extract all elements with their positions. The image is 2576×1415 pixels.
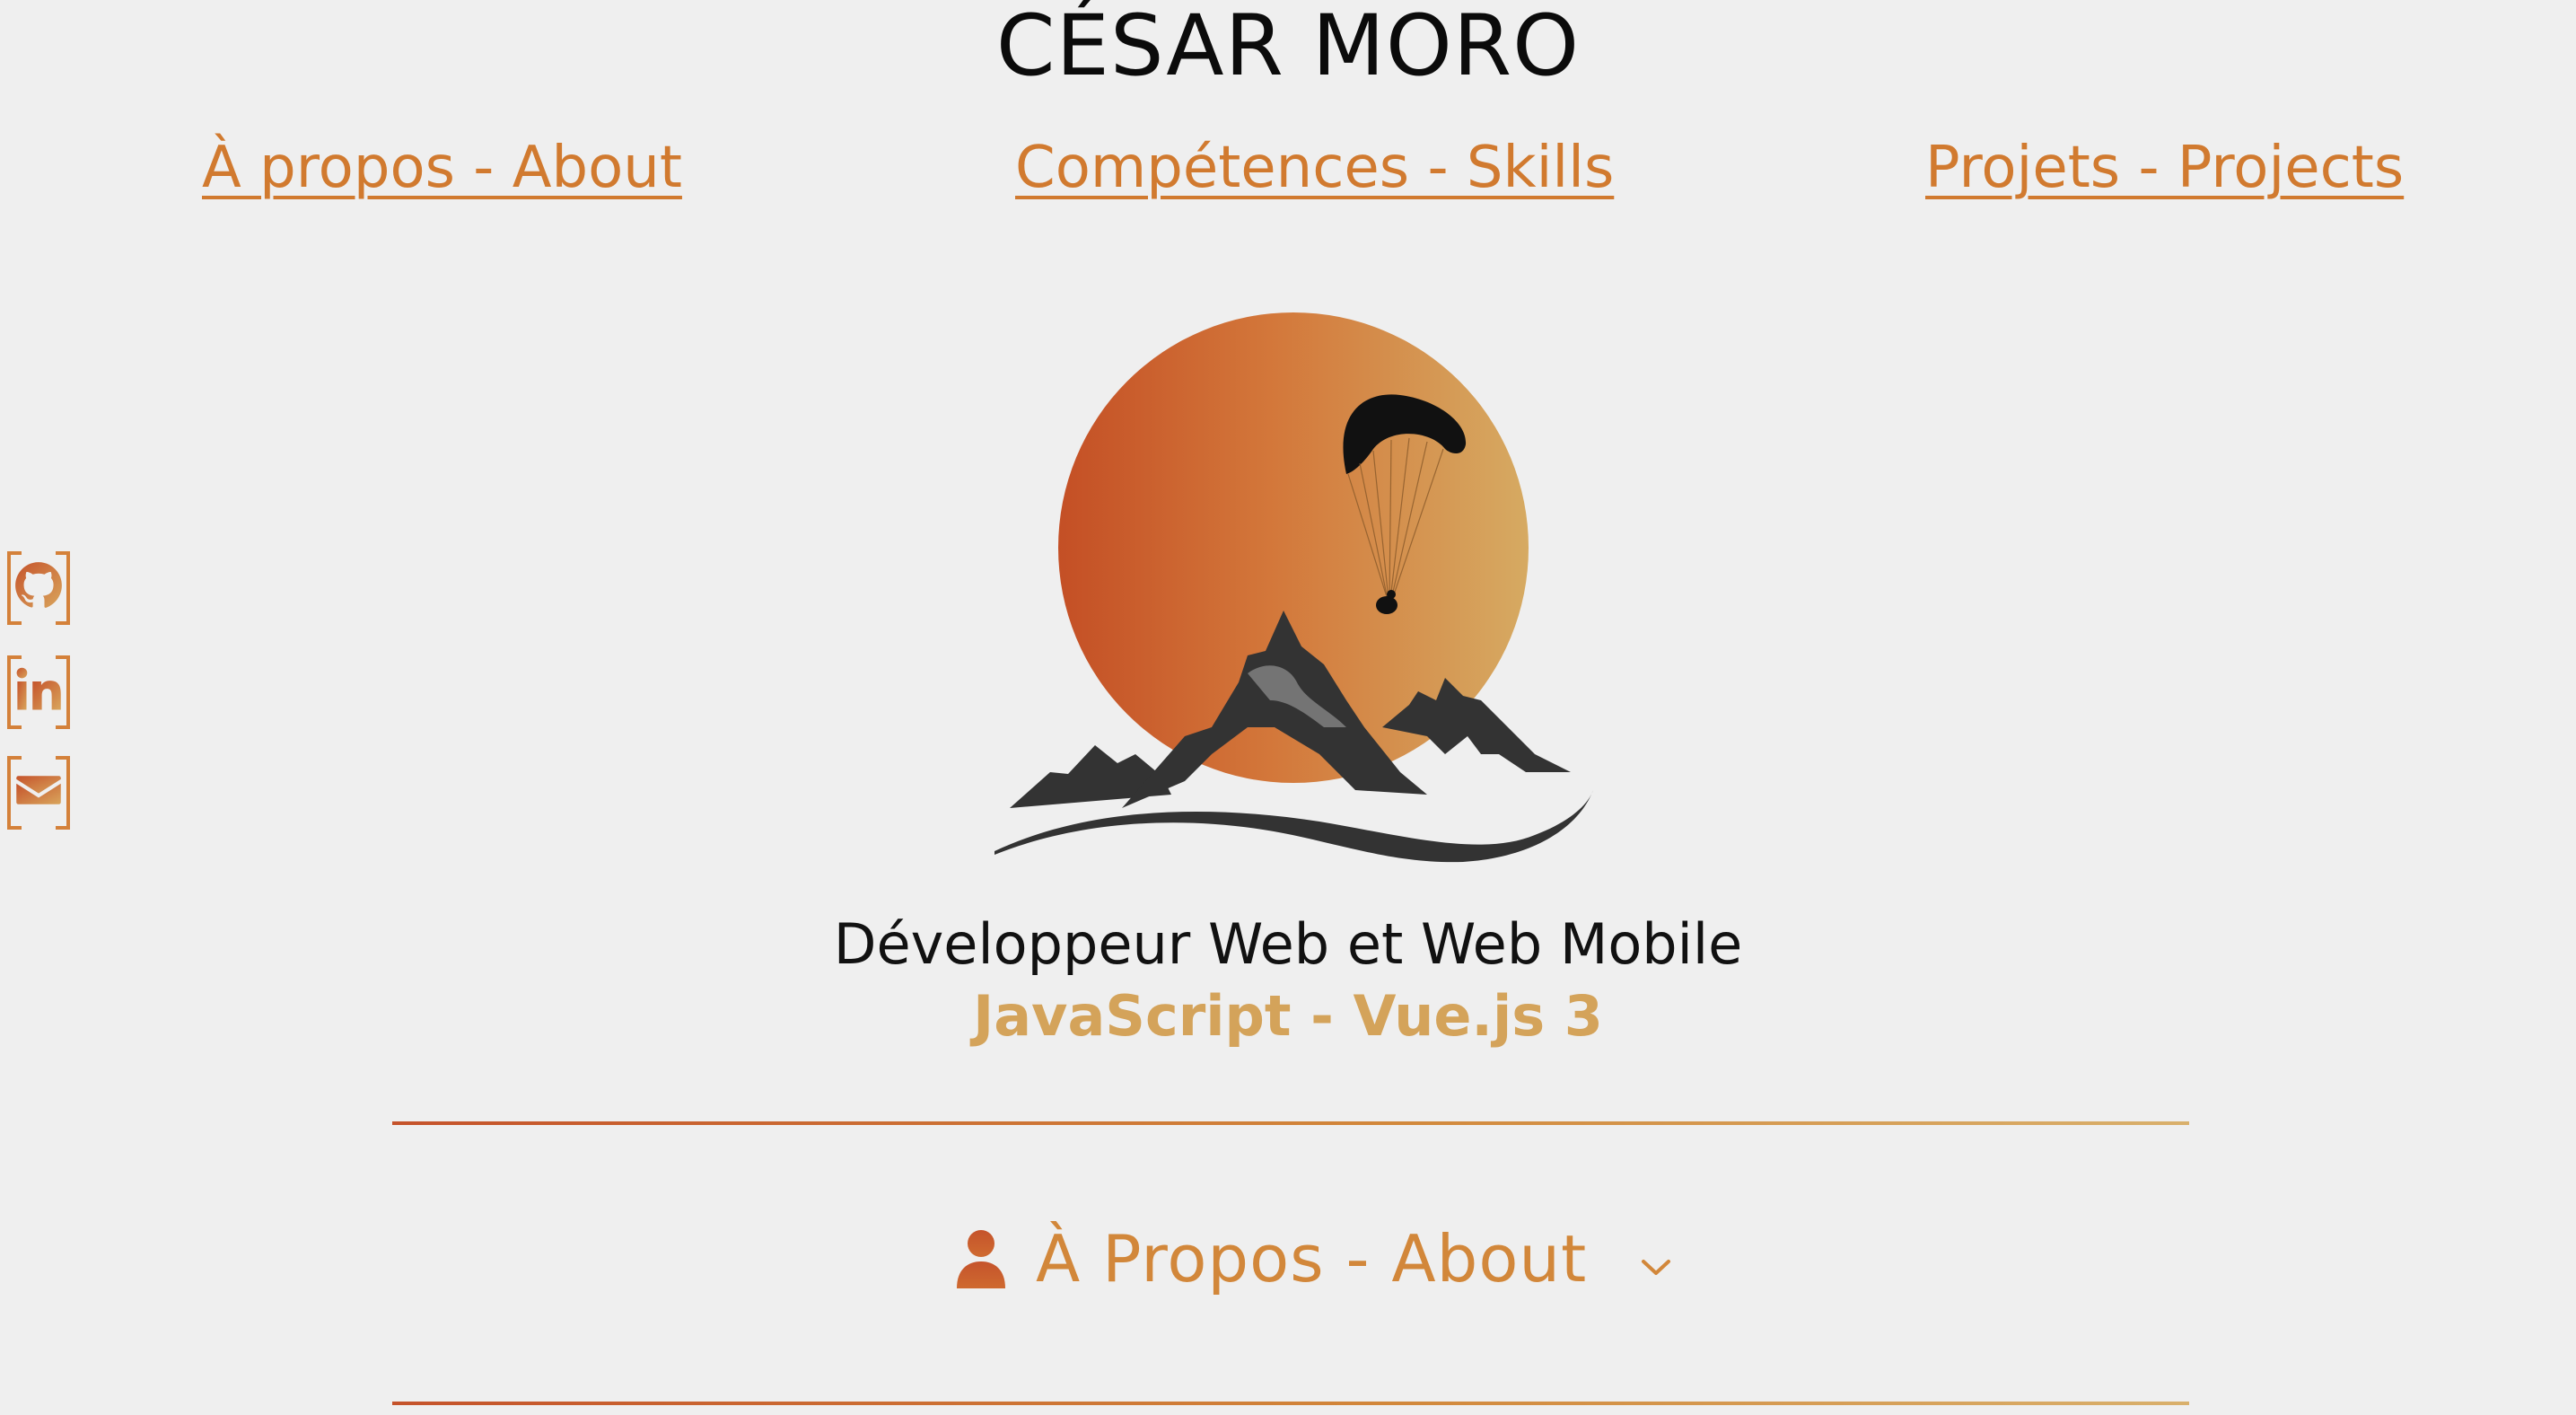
bracket-left — [7, 756, 22, 830]
user-icon — [957, 1230, 1005, 1288]
nav-link-skills[interactable]: Compétences - Skills — [1015, 127, 1614, 208]
site-title: CÉSAR MORO — [995, 0, 1581, 95]
github-link[interactable] — [7, 549, 70, 625]
about-section-title: À Propos - About — [1036, 1221, 1588, 1296]
hero-stack: JavaScript - Vue.js 3 — [973, 983, 1603, 1049]
section-divider — [392, 1402, 2189, 1405]
linkedin-link[interactable] — [7, 654, 70, 729]
about-section-toggle[interactable]: À Propos - About — [955, 1214, 1671, 1304]
bracket-right — [56, 551, 70, 625]
page: CÉSAR MORO À propos - About Compétences … — [0, 0, 2576, 1415]
chevron-down-icon[interactable] — [1641, 1258, 1671, 1278]
bracket-right — [56, 756, 70, 830]
paraglider-logo — [994, 312, 1593, 863]
hero-tagline: Développeur Web et Web Mobile — [833, 911, 1743, 977]
section-divider — [392, 1121, 2189, 1125]
bracket-right — [56, 655, 70, 729]
nav-link-projects[interactable]: Projets - Projects — [1925, 127, 2404, 208]
bracket-left — [7, 655, 22, 729]
email-link[interactable] — [7, 754, 70, 830]
nav-link-about[interactable]: À propos - About — [202, 127, 682, 208]
bracket-left — [7, 551, 22, 625]
